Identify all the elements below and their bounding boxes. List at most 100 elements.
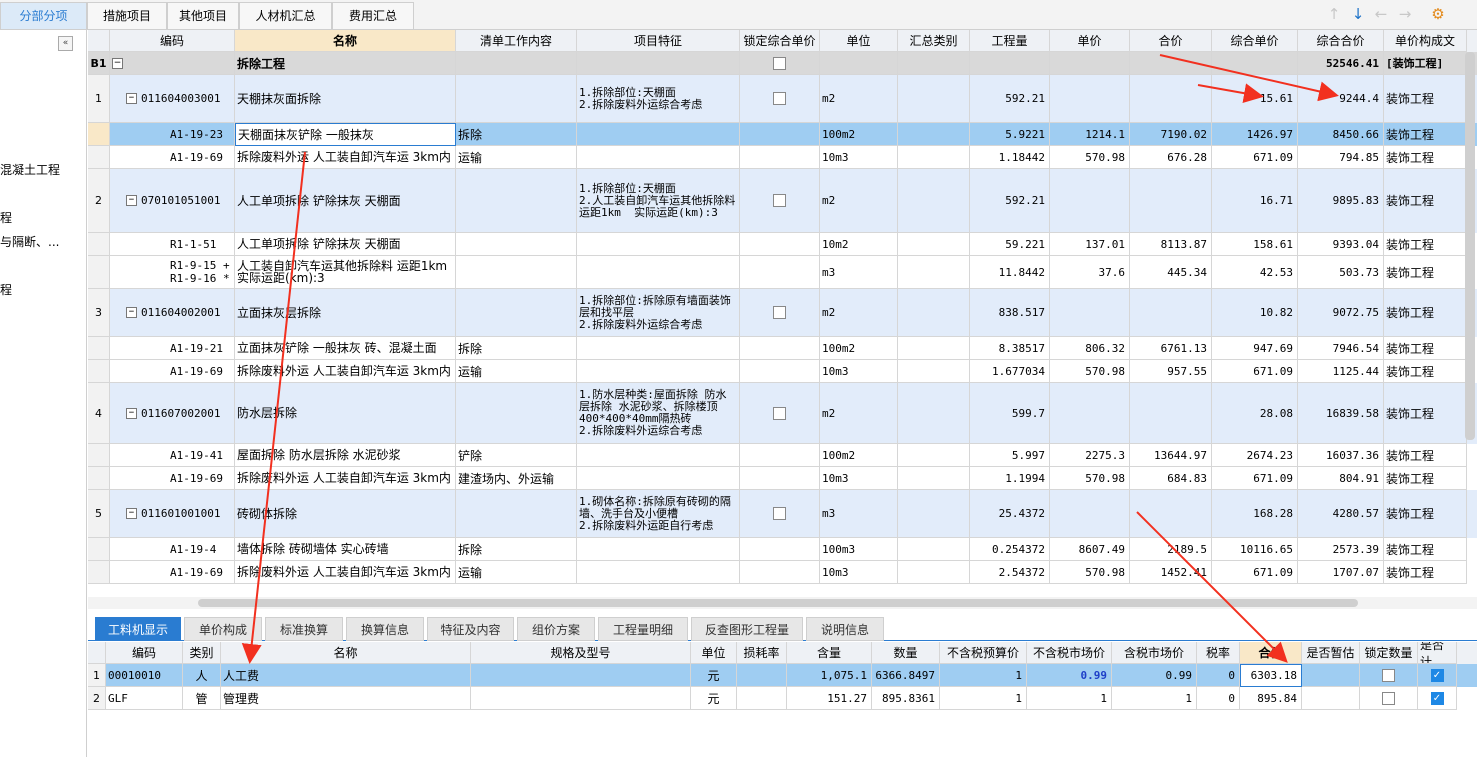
tab-labor-material-display[interactable]: 工料机显示 bbox=[95, 617, 181, 641]
quota-row[interactable]: A1-19-69 拆除废料外运 人工装自卸汽车运 3km内 运输 10m3 2.5437… bbox=[88, 561, 1477, 584]
row-name[interactable]: 拆除废料外运 人工装自卸汽车运 3km内 bbox=[235, 360, 456, 383]
row-name[interactable]: 拆除废料外运 人工装自卸汽车运 3km内 bbox=[235, 467, 456, 490]
collapse-icon[interactable]: − bbox=[126, 195, 137, 206]
row-quantity[interactable]: 5.997 bbox=[970, 444, 1050, 467]
lock-checkbox[interactable] bbox=[773, 92, 786, 105]
resource-pre-budget[interactable]: 1 bbox=[940, 664, 1027, 687]
bill-item-row[interactable]: 3−011604002001 立面抹灰层拆除 1.拆除部位:拆除原有墙面装饰层和找平… bbox=[88, 289, 1477, 337]
row-feature[interactable] bbox=[577, 360, 740, 383]
tab-pricing-scheme[interactable]: 组价方案 bbox=[517, 617, 595, 641]
resource-cat[interactable]: 管 bbox=[183, 687, 221, 710]
row-name[interactable]: 人工单项拆除 铲除抹灰 天棚面 bbox=[235, 169, 456, 233]
resource-unit[interactable]: 元 bbox=[691, 664, 737, 687]
row-quantity[interactable]: 8.38517 bbox=[970, 337, 1050, 360]
resource-total[interactable]: 895.84 bbox=[1240, 687, 1302, 710]
row-feature[interactable] bbox=[577, 467, 740, 490]
bill-item-row[interactable]: 2−070101051001 人工单项拆除 铲除抹灰 天棚面 1.拆除部位:天棚面 … bbox=[88, 169, 1477, 233]
bill-item-row[interactable]: 1−011604003001 天棚抹灰面拆除 1.拆除部位:天棚面 2.拆除废料外运… bbox=[88, 75, 1477, 123]
row-work-content[interactable]: 拆除 bbox=[456, 538, 577, 561]
resource-name[interactable]: 人工费 bbox=[221, 664, 471, 687]
scroll-thumb[interactable] bbox=[198, 599, 1358, 607]
row-name[interactable]: 人工装自卸汽车运其他拆除料 运距1km 实际运距(km):3 bbox=[235, 256, 456, 289]
tab-quantity-details[interactable]: 工程量明细 bbox=[598, 617, 688, 641]
lock-checkbox[interactable] bbox=[773, 306, 786, 319]
row-quantity[interactable]: 2.54372 bbox=[970, 561, 1050, 584]
collapse-panel-button[interactable]: « bbox=[58, 36, 73, 51]
resource-qty[interactable]: 6366.8497 bbox=[872, 664, 940, 687]
resource-unit[interactable]: 元 bbox=[691, 687, 737, 710]
header-code[interactable]: 编码 bbox=[110, 30, 235, 52]
row-name[interactable]: 立面抹灰铲除 一般抹灰 砖、混凝土面 bbox=[235, 337, 456, 360]
resource-spec[interactable] bbox=[471, 664, 691, 687]
header-category[interactable]: 汇总类别 bbox=[898, 30, 970, 52]
lower-header-13[interactable]: 是否暂估 bbox=[1302, 642, 1360, 664]
resource-pre-budget[interactable]: 1 bbox=[940, 687, 1027, 710]
resource-tax[interactable]: 0 bbox=[1197, 664, 1240, 687]
resource-content[interactable]: 1,075.1 bbox=[787, 664, 872, 687]
quota-row[interactable]: A1-19-69 拆除废料外运 人工装自卸汽车运 3km内 建渣场内、外运输 10m3… bbox=[88, 467, 1477, 490]
horizontal-scrollbar[interactable] bbox=[88, 597, 1477, 609]
lower-header-5[interactable]: 损耗率 bbox=[737, 642, 787, 664]
resource-content[interactable]: 151.27 bbox=[787, 687, 872, 710]
row-quantity[interactable]: 5.9221 bbox=[970, 123, 1050, 146]
row-work-content[interactable]: 运输 bbox=[456, 360, 577, 383]
lower-header-0[interactable]: 编码 bbox=[106, 642, 183, 664]
row-quantity[interactable]: 838.517 bbox=[970, 289, 1050, 337]
row-feature[interactable] bbox=[577, 538, 740, 561]
collapse-icon[interactable]: − bbox=[126, 407, 137, 419]
row-feature[interactable] bbox=[577, 337, 740, 360]
lock-quantity-checkbox[interactable] bbox=[1382, 691, 1395, 705]
row-name[interactable]: 砖砌体拆除 bbox=[235, 490, 456, 538]
settings-icon[interactable]: ⚙ bbox=[1430, 6, 1446, 22]
tab-features-content[interactable]: 特征及内容 bbox=[427, 617, 514, 641]
row-quantity[interactable]: 0.254372 bbox=[970, 538, 1050, 561]
lower-header-9[interactable]: 不含税市场价 bbox=[1027, 642, 1112, 664]
tree-item[interactable]: 程 bbox=[0, 281, 12, 298]
row-name[interactable]: 拆除废料外运 人工装自卸汽车运 3km内 bbox=[235, 146, 456, 169]
row-feature[interactable]: 1.防水层种类:屋面拆除 防水层拆除 水泥砂浆、拆除楼顶400*400*40mm… bbox=[577, 383, 740, 444]
row-feature[interactable] bbox=[577, 123, 740, 146]
row-quantity[interactable]: 1.1994 bbox=[970, 467, 1050, 490]
move-up-icon[interactable]: ↑ bbox=[1326, 6, 1342, 22]
resource-row[interactable]: 2 GLF 管管理费元 151.27 895.8361 1 1 1 0 895.84 ✓ bbox=[88, 687, 1477, 710]
lower-header-10[interactable]: 含税市场价 bbox=[1112, 642, 1197, 664]
row-quantity[interactable]: 592.21 bbox=[970, 75, 1050, 123]
row-feature[interactable] bbox=[577, 561, 740, 584]
row-name[interactable]: 拆除废料外运 人工装自卸汽车运 3km内 bbox=[235, 561, 456, 584]
row-feature[interactable]: 1.拆除部位:天棚面 2.拆除废料外运综合考虑 bbox=[577, 75, 740, 123]
quota-row[interactable]: A1-19-21 立面抹灰铲除 一般抹灰 砖、混凝土面 拆除 100m2 8.38517… bbox=[88, 337, 1477, 360]
tab-other-items[interactable]: 其他项目 bbox=[167, 2, 239, 29]
resource-tax-market[interactable]: 1 bbox=[1112, 687, 1197, 710]
quota-row[interactable]: A1-19-69 拆除废料外运 人工装自卸汽车运 3km内 运输 10m3 1.1844… bbox=[88, 146, 1477, 169]
tab-cost-summary[interactable]: 费用汇总 bbox=[332, 2, 414, 29]
tab-graphic-quantity-lookup[interactable]: 反查图形工程量 bbox=[691, 617, 803, 641]
header-comp-price[interactable]: 综合单价 bbox=[1212, 30, 1298, 52]
header-name[interactable]: 名称 bbox=[235, 30, 456, 52]
resource-pre-market[interactable]: 1 bbox=[1027, 687, 1112, 710]
row-work-content[interactable]: 运输 bbox=[456, 146, 577, 169]
header-feature[interactable]: 项目特征 bbox=[577, 30, 740, 52]
resource-pre-market[interactable]: 0.99 bbox=[1027, 664, 1112, 687]
lock-quantity-checkbox[interactable] bbox=[1382, 668, 1395, 682]
resource-loss[interactable] bbox=[737, 687, 787, 710]
row-feature[interactable]: 1.拆除部位:天棚面 2.人工装自卸汽车运其他拆除料 运距1km 实际运距(km… bbox=[577, 169, 740, 233]
lower-header-1[interactable]: 类别 bbox=[183, 642, 221, 664]
tree-item[interactable]: 混凝土工程 bbox=[0, 161, 60, 178]
bill-item-row[interactable]: 4−011607002001 防水层拆除 1.防水层种类:屋面拆除 防水层拆除 水泥… bbox=[88, 383, 1477, 444]
include-checkbox[interactable]: ✓ bbox=[1430, 668, 1444, 682]
lock-checkbox[interactable] bbox=[773, 194, 786, 207]
row-work-content[interactable] bbox=[456, 233, 577, 256]
header-comp-total[interactable]: 综合合价 bbox=[1298, 30, 1384, 52]
lower-header-11[interactable]: 税率 bbox=[1197, 642, 1240, 664]
vertical-scrollbar[interactable] bbox=[1465, 52, 1475, 440]
quota-row[interactable]: A1-19-41 屋面拆除 防水层拆除 水泥砂浆 铲除 100m2 5.997 2275.… bbox=[88, 444, 1477, 467]
tab-description[interactable]: 说明信息 bbox=[806, 617, 884, 641]
section-row[interactable]: B1− 拆除工程 52546.41 [装饰工程] bbox=[88, 52, 1477, 75]
tab-measures[interactable]: 措施项目 bbox=[87, 2, 167, 29]
lower-header-15[interactable]: 是否计 bbox=[1418, 642, 1457, 664]
row-name[interactable]: 屋面拆除 防水层拆除 水泥砂浆 bbox=[235, 444, 456, 467]
tab-standard-conversion[interactable]: 标准换算 bbox=[265, 617, 343, 641]
row-quantity[interactable]: 25.4372 bbox=[970, 490, 1050, 538]
header-unit[interactable]: 单位 bbox=[820, 30, 898, 52]
lower-header-6[interactable]: 含量 bbox=[787, 642, 872, 664]
